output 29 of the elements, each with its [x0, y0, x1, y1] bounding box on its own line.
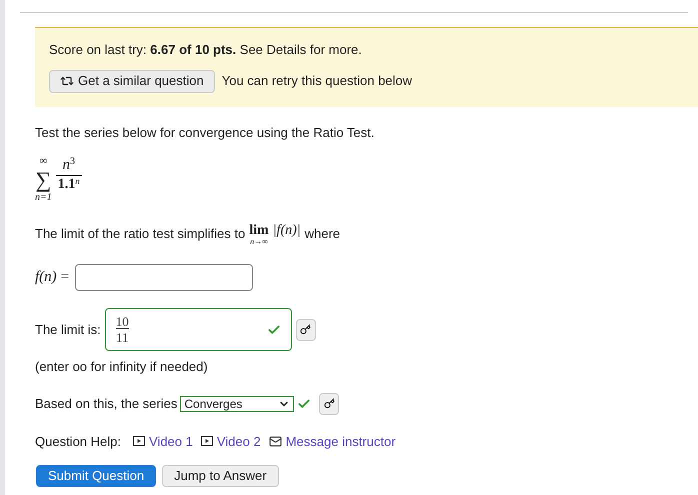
- limit-input-field[interactable]: 10 11: [104, 308, 292, 351]
- mail-icon: [268, 434, 282, 448]
- limit-label: The limit is:: [35, 320, 101, 339]
- key-icon: [300, 324, 312, 335]
- limit-expression: lim n→∞ |f(n)|: [249, 224, 301, 246]
- submit-button[interactable]: Submit Question: [36, 465, 156, 487]
- key-button[interactable]: [296, 318, 316, 340]
- function-input-field[interactable]: [75, 264, 254, 291]
- hint-text: (enter oo for infinity if needed): [35, 358, 209, 376]
- equals-sign: =: [60, 268, 70, 288]
- video-icon: [133, 436, 145, 446]
- key-icon: [324, 398, 335, 409]
- where-text: where: [304, 225, 340, 243]
- help-label: Question Help:: [35, 432, 121, 451]
- key-button[interactable]: [319, 392, 340, 414]
- similar-question-button[interactable]: Get a similar question: [49, 70, 215, 92]
- score-text: Score on last try: 6.67 of 10 pts. See Details for more.: [49, 41, 363, 59]
- retry-note: You can retry this question below: [222, 72, 412, 90]
- series-dropdown[interactable]: Converges: [180, 396, 294, 412]
- series-label: Based on this, the series: [35, 394, 178, 413]
- jump-button[interactable]: Jump to Answer: [162, 465, 279, 487]
- limit-sentence: The limit of the ratio test simplifies to: [35, 225, 246, 243]
- video-link[interactable]: Video 1: [133, 432, 193, 451]
- message-link[interactable]: Message instructor: [268, 432, 396, 451]
- repeat-icon: [60, 74, 74, 88]
- video-link[interactable]: Video 2: [200, 432, 261, 451]
- video-icon: [200, 436, 213, 446]
- function-label: f(n): [35, 268, 57, 288]
- question-prompt: Test the series below for convergence using the Ratio Test.: [35, 124, 376, 142]
